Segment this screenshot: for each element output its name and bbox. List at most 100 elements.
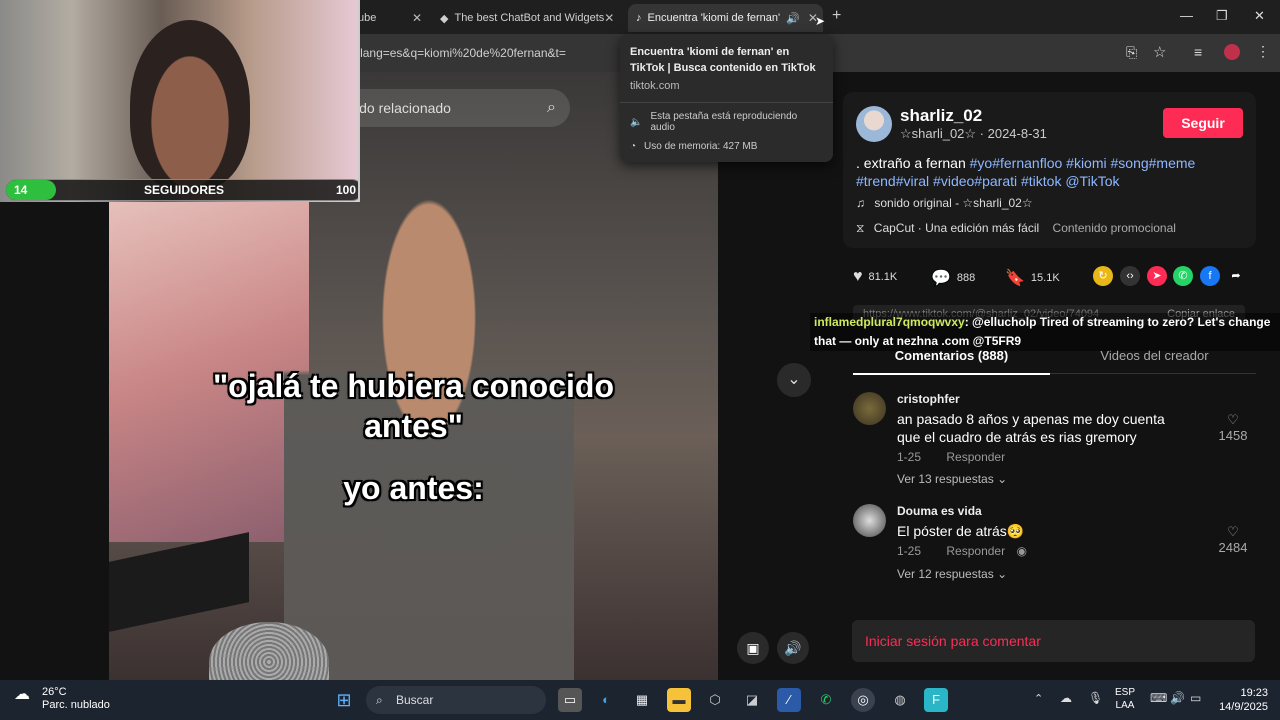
comment-button[interactable]: 💬 888 [931, 268, 975, 288]
username[interactable]: sharliz_02 [900, 106, 982, 126]
related-search-text: ido relacionado [356, 100, 451, 116]
taskbar-search[interactable]: ⌕ Buscar [366, 686, 546, 714]
taskbar: ☁ 26°C Parc. nublado ⊞ ⌕ Buscar ▭ ◐ ▦ ▬ … [0, 680, 1280, 720]
new-tab-button[interactable]: + [832, 7, 841, 25]
whatsapp-icon[interactable]: ✆ [814, 688, 838, 712]
volume-button[interactable]: 🔊 [777, 632, 809, 664]
goal-target: 100 [335, 183, 356, 197]
view-replies-button[interactable]: Ver 13 respuestas ⌄ [897, 472, 1007, 486]
weather-widget[interactable]: ☁ 26°C Parc. nublado [14, 686, 110, 712]
like-button[interactable]: ♥ 81.1K [853, 268, 897, 286]
obs-icon[interactable]: ◍ [888, 688, 912, 712]
view-replies-label: Ver 12 respuestas [897, 567, 994, 581]
like-count: 81.1K [868, 271, 898, 283]
tab-comments[interactable]: Comentarios (888) [853, 348, 1050, 375]
heart-icon: ♥ [853, 268, 863, 285]
description-text: . extraño a fernan [856, 155, 970, 171]
tab-tiktok[interactable]: ♪ Encuentra 'kiomi de fernan' 🔊 ✕ [628, 4, 823, 32]
microphone-icon[interactable]: 🎙 [1088, 691, 1103, 705]
music-row[interactable]: ♫ sonido original - ☆sharli_02☆ [856, 196, 1033, 210]
speaker-icon: 🔈 [630, 116, 643, 128]
tab-title: Encuentra 'kiomi de fernan' [647, 12, 781, 24]
edge-icon[interactable]: ◐ [594, 688, 618, 712]
follow-button[interactable]: Seguir [1163, 108, 1243, 138]
onedrive-icon[interactable]: ☁ [1060, 691, 1072, 705]
chevron-down-icon: ⌄ [997, 472, 1008, 486]
tab-youtube[interactable]: ube ✕ [350, 4, 430, 32]
app-icon[interactable]: ⬡ [703, 688, 727, 712]
speaker-icon: 🔊 [784, 640, 802, 656]
install-app-icon[interactable]: ⎘ [1126, 44, 1137, 61]
comment-icon: 💬 [931, 270, 951, 287]
bookmark-star-icon[interactable]: ☆ [1153, 43, 1166, 61]
chevron-down-icon: ⌄ [787, 371, 801, 388]
comment-avatar[interactable] [853, 392, 886, 425]
search-icon[interactable]: ⌕ [547, 89, 556, 127]
close-icon[interactable]: ✕ [412, 11, 422, 25]
app-icon[interactable]: F [924, 688, 948, 712]
plus-icon: + [832, 7, 842, 24]
repost-icon[interactable]: ↻ [1093, 266, 1113, 286]
network-icon[interactable]: ⌨ [1150, 691, 1167, 705]
chrome-icon[interactable]: ◎ [851, 688, 875, 712]
follower-goal-bar: 14 SEGUIDORES 100 [5, 179, 358, 201]
comment-date: 1-25 [897, 544, 922, 558]
media-controls-icon[interactable]: ≡ [1194, 44, 1202, 60]
goal-label: SEGUIDORES [144, 183, 225, 197]
comment-count: 888 [956, 272, 976, 284]
comment-user[interactable]: Douma es vida [897, 504, 982, 518]
share-arrow-icon[interactable]: ➦ [1226, 266, 1246, 286]
next-video-button[interactable]: ⌄ [777, 363, 811, 397]
windows-start-icon[interactable]: ⊞ [332, 688, 356, 712]
language-indicator[interactable]: ESP LAA [1115, 686, 1135, 712]
view-replies-button[interactable]: Ver 12 respuestas ⌄ [897, 567, 1007, 581]
battery-icon[interactable]: ▭ [1190, 691, 1201, 705]
avatar[interactable] [856, 106, 892, 142]
post-panel: sharliz_02 ☆sharli_02☆ · 2024-8-31 Segui… [827, 72, 1280, 680]
send-icon[interactable]: ➤ [1147, 266, 1167, 286]
audio-status: Esta pestaña está reproduciendo audio [650, 111, 798, 133]
post-description: . extraño a fernan #yo#fernanfloo #kiomi… [856, 154, 1246, 190]
whatsapp-icon[interactable]: ✆ [1173, 266, 1193, 286]
comment-avatar[interactable] [853, 504, 886, 537]
store-icon[interactable]: ▦ [630, 688, 654, 712]
pip-button[interactable]: ▣ [737, 632, 769, 664]
comment-like[interactable]: ♡ 2484 [1213, 524, 1253, 555]
heart-outline-icon: ♡ [1227, 524, 1239, 539]
reply-button[interactable]: Responder [946, 450, 1005, 464]
volume-icon[interactable]: 🔊 [1170, 691, 1185, 705]
comment-like[interactable]: ♡ 1458 [1213, 412, 1253, 443]
search-icon: ⌕ [376, 693, 383, 707]
embed-icon[interactable]: ‹› [1120, 266, 1140, 286]
menu-icon[interactable]: ⋮ [1256, 43, 1270, 60]
tab-title: ube [358, 12, 377, 24]
app-icon[interactable]: ⁄ [777, 688, 801, 712]
chevron-up-icon[interactable]: ⌃ [1034, 692, 1043, 705]
comment-user[interactable]: cristophfer [897, 392, 960, 406]
hashtags-line-1[interactable]: #yo#fernanfloo #kiomi #song#meme [970, 155, 1196, 171]
file-explorer-icon[interactable]: ▬ [667, 688, 691, 712]
related-search-input[interactable]: ido relacionado ⌕ [340, 89, 570, 127]
minimize-button[interactable]: — [1180, 8, 1193, 23]
close-window-button[interactable]: ✕ [1254, 8, 1265, 24]
music-note-icon: ♫ [856, 196, 865, 210]
audio-icon[interactable]: 🔊 [786, 12, 800, 25]
login-to-comment[interactable]: Iniciar sesión para comentar [852, 620, 1255, 662]
profile-avatar[interactable] [1224, 44, 1240, 60]
stream-chat-overlay: inflamedplural7qmoqwvxy: @ellucholp Tire… [810, 313, 1280, 351]
temperature: 26°C [42, 686, 67, 698]
hashtags-line-2[interactable]: #trend#viral #video#parati #tiktok @TikT… [856, 173, 1119, 189]
capcut-row[interactable]: ⧖ CapCut · Una edición más fácil Conteni… [856, 221, 1176, 236]
caption-line-2: antes" [364, 408, 463, 444]
maximize-button[interactable]: ❐ [1216, 8, 1228, 24]
tab-chatbot[interactable]: ◆ The best ChatBot and Widgets ✕ [432, 4, 622, 32]
hover-card-audio: 🔈 Esta pestaña está reproduciendo audio [630, 111, 823, 133]
save-button[interactable]: 🔖 15.1K [1005, 268, 1060, 288]
close-icon[interactable]: ✕ [604, 11, 614, 25]
system-clock[interactable]: 19:23 14/9/2025 [1219, 686, 1268, 714]
facebook-icon[interactable]: f [1200, 266, 1220, 286]
profile-card: sharliz_02 ☆sharli_02☆ · 2024-8-31 Segui… [843, 92, 1256, 248]
reply-button[interactable]: Responder [946, 544, 1005, 558]
app-icon[interactable]: ◪ [740, 688, 764, 712]
task-view-icon[interactable]: ▭ [558, 688, 582, 712]
